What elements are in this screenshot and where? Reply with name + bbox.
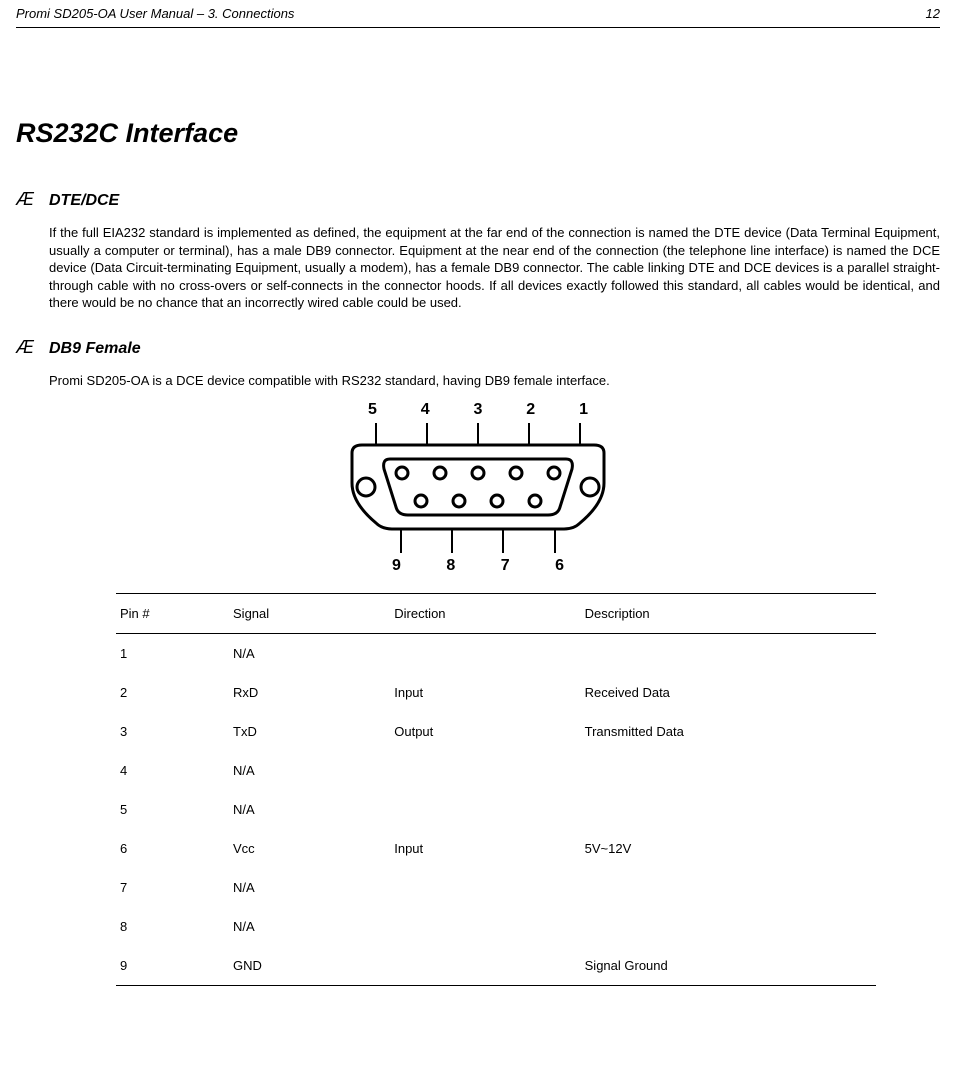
db9-diagram-inner: 5 4 3 2 1 — [348, 401, 608, 575]
db9-diagram: 5 4 3 2 1 — [16, 401, 940, 575]
db9-connector-icon — [348, 423, 608, 553]
col-header-description: Description — [581, 594, 876, 634]
db9-bottom-pin-labels: 9 8 7 6 — [348, 553, 608, 575]
bullet-icon: Æ — [16, 189, 49, 210]
cell-direction — [390, 790, 580, 829]
cell-pin: 5 — [116, 790, 229, 829]
cell-description: Transmitted Data — [581, 712, 876, 751]
cell-direction — [390, 868, 580, 907]
cell-pin: 1 — [116, 634, 229, 674]
pin-label: 8 — [446, 557, 455, 575]
cell-pin: 8 — [116, 907, 229, 946]
table-row: 6 Vcc Input 5V~12V — [116, 829, 876, 868]
cell-pin: 9 — [116, 946, 229, 986]
cell-description — [581, 751, 876, 790]
cell-description: Signal Ground — [581, 946, 876, 986]
pin-table: Pin # Signal Direction Description 1 N/A — [116, 593, 876, 986]
cell-direction — [390, 751, 580, 790]
cell-direction: Output — [390, 712, 580, 751]
table-row: 9 GND Signal Ground — [116, 946, 876, 986]
table-row: 8 N/A — [116, 907, 876, 946]
pin-label: 2 — [526, 401, 535, 419]
pin-table-container: Pin # Signal Direction Description 1 N/A — [116, 593, 876, 986]
cell-signal: N/A — [229, 790, 390, 829]
cell-direction — [390, 946, 580, 986]
cell-description: Received Data — [581, 673, 876, 712]
header-title: Promi SD205-OA User Manual – 3. Connecti… — [16, 6, 294, 21]
table-row: 2 RxD Input Received Data — [116, 673, 876, 712]
cell-signal: N/A — [229, 907, 390, 946]
cell-signal: N/A — [229, 868, 390, 907]
cell-direction — [390, 634, 580, 674]
cell-direction: Input — [390, 673, 580, 712]
bullet-icon: Æ — [16, 337, 49, 358]
cell-signal: RxD — [229, 673, 390, 712]
db9-top-pin-labels: 5 4 3 2 1 — [348, 401, 608, 423]
cell-signal: N/A — [229, 751, 390, 790]
cell-signal: N/A — [229, 634, 390, 674]
pin-label: 4 — [421, 401, 430, 419]
pin-label: 5 — [368, 401, 377, 419]
cell-pin: 7 — [116, 868, 229, 907]
col-header-pin: Pin # — [116, 594, 229, 634]
cell-signal: Vcc — [229, 829, 390, 868]
section-heading: DB9 Female — [49, 340, 141, 358]
cell-description: 5V~12V — [581, 829, 876, 868]
cell-signal: TxD — [229, 712, 390, 751]
cell-description — [581, 790, 876, 829]
cell-direction — [390, 907, 580, 946]
section-dte-dce: Æ DTE/DCE If the full EIA232 standard is… — [16, 189, 940, 312]
pin-label: 9 — [392, 557, 401, 575]
pin-label: 7 — [501, 557, 510, 575]
col-header-direction: Direction — [390, 594, 580, 634]
table-header-row: Pin # Signal Direction Description — [116, 594, 876, 634]
pin-label: 1 — [579, 401, 588, 419]
page-title: RS232C Interface — [16, 118, 940, 149]
section-body: If the full EIA232 standard is implement… — [49, 224, 940, 312]
section-heading: DTE/DCE — [49, 192, 119, 210]
page-header: Promi SD205-OA User Manual – 3. Connecti… — [16, 0, 940, 28]
cell-description — [581, 868, 876, 907]
cell-pin: 4 — [116, 751, 229, 790]
cell-description — [581, 907, 876, 946]
cell-pin: 6 — [116, 829, 229, 868]
header-page-number: 12 — [926, 6, 940, 21]
cell-pin: 3 — [116, 712, 229, 751]
pin-label: 6 — [555, 557, 564, 575]
section-heading-row: Æ DB9 Female — [16, 337, 940, 358]
cell-description — [581, 634, 876, 674]
table-row: 4 N/A — [116, 751, 876, 790]
section-db9-female: Æ DB9 Female Promi SD205-OA is a DCE dev… — [16, 337, 940, 987]
table-row: 1 N/A — [116, 634, 876, 674]
table-row: 3 TxD Output Transmitted Data — [116, 712, 876, 751]
cell-signal: GND — [229, 946, 390, 986]
section-body: Promi SD205-OA is a DCE device compatibl… — [49, 372, 940, 390]
cell-pin: 2 — [116, 673, 229, 712]
pin-label: 3 — [474, 401, 483, 419]
table-row: 5 N/A — [116, 790, 876, 829]
page: Promi SD205-OA User Manual – 3. Connecti… — [0, 0, 956, 1089]
section-heading-row: Æ DTE/DCE — [16, 189, 940, 210]
table-row: 7 N/A — [116, 868, 876, 907]
col-header-signal: Signal — [229, 594, 390, 634]
cell-direction: Input — [390, 829, 580, 868]
